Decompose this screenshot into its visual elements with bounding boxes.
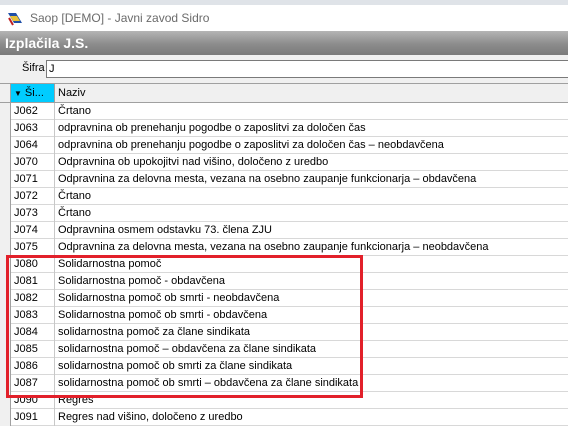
table-row[interactable]: J072 Črtano — [0, 188, 568, 205]
cell-naziv[interactable]: Odpravnina za delovna mesta, vezana na o… — [58, 171, 476, 188]
cell-naziv[interactable]: Odpravnina ob upokojitvi nad višino, dol… — [58, 154, 328, 171]
cell-naziv[interactable]: solidarnostna pomoč ob smrti za člane si… — [58, 358, 292, 375]
cell-sifra[interactable]: J086 — [11, 358, 55, 375]
table-row[interactable]: J062 Črtano — [0, 103, 568, 120]
cell-sifra[interactable]: J087 — [11, 375, 55, 392]
cell-sifra[interactable]: J063 — [11, 120, 55, 137]
cell-sifra[interactable]: J062 — [11, 103, 55, 120]
cell-sifra[interactable]: J083 — [11, 307, 55, 324]
row-indicator[interactable] — [0, 290, 11, 307]
cell-sifra[interactable]: J070 — [11, 154, 55, 171]
cell-sifra[interactable]: J073 — [11, 205, 55, 222]
table-row[interactable]: J087 solidarnostna pomoč ob smrti – obdav… — [0, 375, 568, 392]
table-row[interactable]: J081 Solidarnostna pomoč - obdavčena — [0, 273, 568, 290]
cell-naziv[interactable]: Solidarnostna pomoč - obdavčena — [58, 273, 225, 290]
row-indicator[interactable] — [0, 222, 11, 239]
cell-naziv[interactable]: odpravnina ob prenehanju pogodbe o zapos… — [58, 120, 366, 137]
table-row[interactable]: J091 Regres nad višino, določeno z uredbo — [0, 409, 568, 426]
cell-naziv[interactable]: Črtano — [58, 188, 91, 205]
cell-naziv[interactable]: Odpravnina osmem odstavku 73. člena ZJU — [58, 222, 272, 239]
table-row[interactable]: J074 Odpravnina osmem odstavku 73. člena … — [0, 222, 568, 239]
cell-sifra[interactable]: J081 — [11, 273, 55, 290]
column-header-sifra[interactable]: ▼ Ši... — [11, 84, 55, 102]
row-indicator[interactable] — [0, 358, 11, 375]
table-row[interactable]: J064 odpravnina ob prenehanju pogodbe o z… — [0, 137, 568, 154]
table-row[interactable]: J070 Odpravnina ob upokojitvi nad višino,… — [0, 154, 568, 171]
cell-naziv[interactable]: solidarnostna pomoč ob smrti – obdavčena… — [58, 375, 358, 392]
column-header-naziv-label: Naziv — [58, 87, 86, 99]
row-indicator[interactable] — [0, 171, 11, 188]
cell-sifra[interactable]: J090 — [11, 392, 55, 409]
table-row[interactable]: J090 Regres — [0, 392, 568, 409]
row-indicator[interactable] — [0, 341, 11, 358]
row-indicator[interactable] — [0, 324, 11, 341]
row-indicator-header — [0, 84, 11, 102]
table-row[interactable]: J073 Črtano — [0, 205, 568, 222]
search-label: Šifra — [22, 62, 45, 74]
cell-naziv[interactable]: Odpravnina za delovna mesta, vezana na o… — [58, 239, 489, 256]
column-header-naziv[interactable]: Naziv — [56, 84, 86, 102]
table-row[interactable]: J083 Solidarnostna pomoč ob smrti - obdav… — [0, 307, 568, 324]
table-row[interactable]: J075 Odpravnina za delovna mesta, vezana … — [0, 239, 568, 256]
table-row[interactable]: J084 solidarnostna pomoč za člane sindika… — [0, 324, 568, 341]
form-title: Izplačila J.S. — [5, 35, 89, 51]
window-title: Saop [DEMO] - Javni zavod Sidro — [30, 11, 210, 25]
table-row[interactable]: J071 Odpravnina za delovna mesta, vezana … — [0, 171, 568, 188]
saop-app-icon — [8, 13, 22, 26]
cell-naziv[interactable]: solidarnostna pomoč – obdavčena za člane… — [58, 341, 316, 358]
table-row[interactable]: J080 Solidarnostna pomoč — [0, 256, 568, 273]
row-indicator[interactable] — [0, 120, 11, 137]
row-indicator[interactable] — [0, 392, 11, 409]
row-indicator[interactable] — [0, 307, 11, 324]
cell-naziv[interactable]: Črtano — [58, 205, 91, 222]
row-indicator[interactable] — [0, 409, 11, 426]
row-indicator[interactable] — [0, 256, 11, 273]
cell-naziv[interactable]: Solidarnostna pomoč ob smrti - obdavčena — [58, 307, 267, 324]
search-row: Šifra — [0, 55, 568, 83]
row-indicator[interactable] — [0, 239, 11, 256]
cell-sifra[interactable]: J080 — [11, 256, 55, 273]
grid-header: ▼ Ši... Naziv — [0, 84, 568, 103]
cell-naziv[interactable]: solidarnostna pomoč za člane sindikata — [58, 324, 250, 341]
cell-sifra[interactable]: J084 — [11, 324, 55, 341]
grid-rows: J062 Črtano J063 odpravnina ob prenehanju p… — [0, 103, 568, 426]
title-bar: Saop [DEMO] - Javni zavod Sidro — [0, 5, 568, 31]
row-indicator[interactable] — [0, 375, 11, 392]
cell-sifra[interactable]: J072 — [11, 188, 55, 205]
cell-sifra[interactable]: J064 — [11, 137, 55, 154]
sort-down-icon: ▼ — [14, 88, 22, 98]
search-input[interactable] — [46, 60, 568, 78]
form-banner: Izplačila J.S. — [0, 31, 568, 55]
cell-sifra[interactable]: J085 — [11, 341, 55, 358]
row-indicator[interactable] — [0, 137, 11, 154]
row-indicator[interactable] — [0, 103, 11, 120]
cell-naziv[interactable]: Solidarnostna pomoč — [58, 256, 161, 273]
row-indicator[interactable] — [0, 273, 11, 290]
cell-sifra[interactable]: J074 — [11, 222, 55, 239]
table-row[interactable]: J085 solidarnostna pomoč – obdavčena za č… — [0, 341, 568, 358]
row-indicator[interactable] — [0, 154, 11, 171]
cell-naziv[interactable]: Regres — [58, 392, 93, 409]
cell-sifra[interactable]: J071 — [11, 171, 55, 188]
cell-sifra[interactable]: J075 — [11, 239, 55, 256]
cell-sifra[interactable]: J091 — [11, 409, 55, 426]
table-row[interactable]: J082 Solidarnostna pomoč ob smrti - neobd… — [0, 290, 568, 307]
table-row[interactable]: J086 solidarnostna pomoč ob smrti za član… — [0, 358, 568, 375]
cell-naziv[interactable]: odpravnina ob prenehanju pogodbe o zapos… — [58, 137, 444, 154]
table-row[interactable]: J063 odpravnina ob prenehanju pogodbe o z… — [0, 120, 568, 137]
cell-naziv[interactable]: Črtano — [58, 103, 91, 120]
row-indicator[interactable] — [0, 205, 11, 222]
data-grid: ▼ Ši... Naziv J062 Črtano J063 odpravnina o… — [0, 83, 568, 434]
cell-naziv[interactable]: Regres nad višino, določeno z uredbo — [58, 409, 243, 426]
column-header-sifra-label: Ši... — [24, 87, 44, 99]
cell-sifra[interactable]: J082 — [11, 290, 55, 307]
row-indicator[interactable] — [0, 188, 11, 205]
cell-naziv[interactable]: Solidarnostna pomoč ob smrti - neobdavče… — [58, 290, 279, 307]
